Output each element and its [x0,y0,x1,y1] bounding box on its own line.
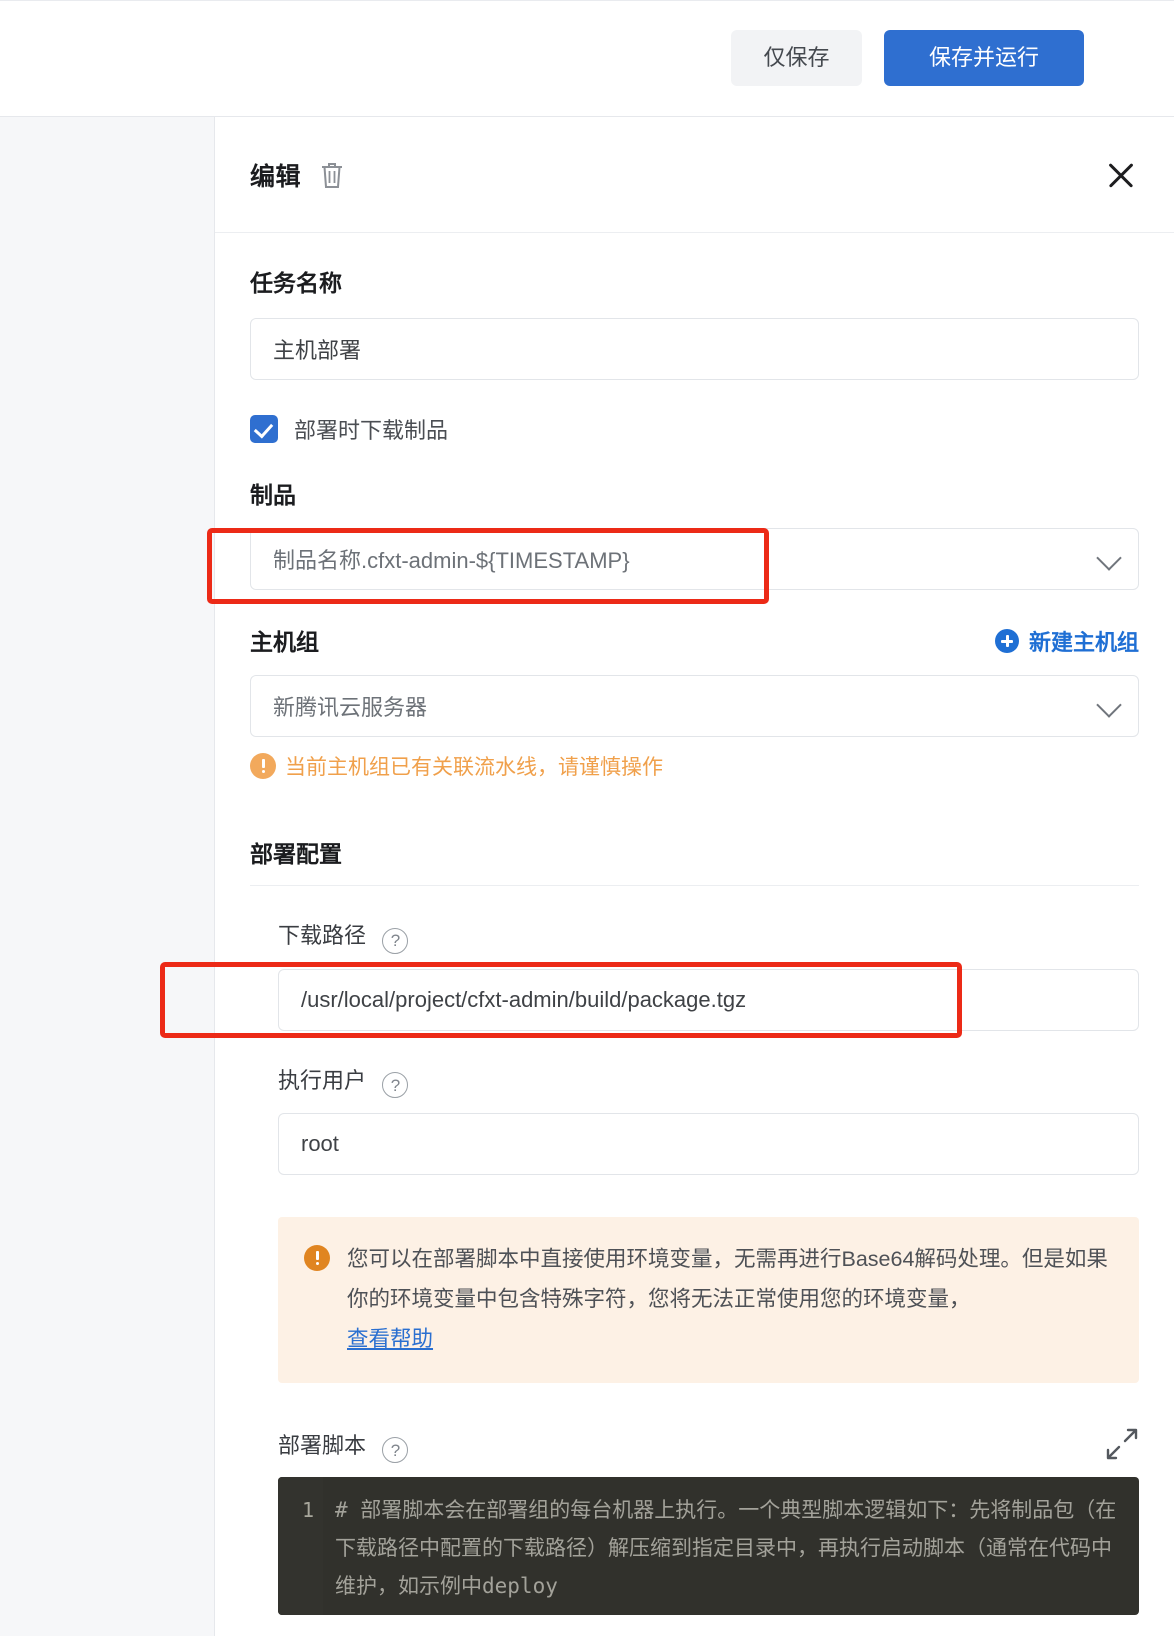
download-artifact-checkbox[interactable] [250,415,278,443]
view-help-link[interactable]: 查看帮助 [347,1327,433,1351]
host-group-label: 主机组 [250,629,319,655]
deploy-script-label-row: 部署脚本 ? [278,1428,409,1464]
exec-user-label: 执行用户 [278,1067,367,1093]
expand-arrows-icon[interactable] [1105,1427,1139,1461]
left-rail [0,117,215,1636]
panel-body: 任务名称 主机部署 部署时下载制品 制品 制品名称.cfxt-admin-${T… [215,264,1174,1615]
edit-panel: 编辑 任务名称 主机部署 部署时下载制品 制品 制品名称.cfxt-admin-… [215,117,1174,1636]
host-group-warning: 当前主机组已有关联流水线，请谨慎操作 [250,751,1139,781]
download-path-label: 下载路径 [278,923,367,948]
new-host-group-label: 新建主机组 [1028,630,1139,655]
artifact-label: 制品 [250,482,296,508]
artifact-select[interactable]: 制品名称.cfxt-admin-${TIMESTAMP} [250,528,1139,590]
editor-gutter: 1 [278,1477,323,1615]
env-variable-alert-body: 您可以在部署脚本中直接使用环境变量，无需再进行Base64解码处理。但是如果你的… [347,1247,1108,1311]
deploy-script-header: 部署脚本 ? [278,1427,1139,1464]
host-group-value: 新腾讯云服务器 [273,695,428,720]
panel-header: 编辑 [215,117,1174,233]
host-group-select[interactable]: 新腾讯云服务器 [250,675,1139,737]
exec-user-label-row: 执行用户 ? [278,1063,1139,1098]
info-warning-icon [304,1245,330,1271]
exec-user-input[interactable]: root [278,1113,1139,1175]
host-group-header: 主机组 新建主机组 [250,623,1139,657]
task-name-input[interactable]: 主机部署 [250,318,1139,380]
deploy-script-editor[interactable]: 1 # 部署脚本会在部署组的每台机器上执行。一个典型脚本逻辑如下：先将制品包（在… [278,1477,1139,1615]
env-variable-alert: 您可以在部署脚本中直接使用环境变量，无需再进行Base64解码处理。但是如果你的… [278,1217,1139,1383]
deploy-script-label: 部署脚本 [278,1432,367,1458]
artifact-value: 制品名称.cfxt-admin-${TIMESTAMP} [273,548,630,573]
host-group-warning-text: 当前主机组已有关联流水线，请谨慎操作 [285,756,663,779]
chevron-down-icon [1096,545,1122,571]
panel-title: 编辑 [250,162,302,191]
download-artifact-checkbox-row[interactable]: 部署时下载制品 [250,413,1139,445]
chevron-down-icon [1096,692,1122,718]
help-icon[interactable]: ? [382,927,409,954]
new-host-group-link[interactable]: 新建主机组 [994,625,1139,657]
warning-icon [250,753,276,779]
plus-circle-icon [994,629,1019,653]
save-only-button[interactable]: 仅保存 [731,30,862,86]
help-icon[interactable]: ? [382,1072,409,1098]
env-variable-alert-text: 您可以在部署脚本中直接使用环境变量，无需再进行Base64解码处理。但是如果你的… [347,1239,1113,1359]
app-root: 仅保存 保存并运行 编辑 任务名称 主机部署 部署时下载制品 制品 制品名称.c… [0,0,1174,1636]
save-and-run-button[interactable]: 保存并运行 [884,30,1084,86]
help-icon[interactable]: ? [382,1437,409,1464]
deploy-config-section-title: 部署配置 [250,841,342,867]
download-path-label-row: 下载路径 ? [278,918,1139,954]
download-artifact-checkbox-label: 部署时下载制品 [294,418,449,443]
task-name-label: 任务名称 [250,270,342,296]
download-path-input[interactable]: /usr/local/project/cfxt-admin/build/pack… [278,968,1139,1031]
trash-icon[interactable] [319,161,345,189]
top-toolbar: 仅保存 保存并运行 [0,0,1174,117]
section-divider [250,885,1139,886]
close-icon[interactable] [1104,158,1138,192]
editor-code[interactable]: # 部署脚本会在部署组的每台机器上执行。一个典型脚本逻辑如下：先将制品包（在下载… [323,1477,1139,1615]
